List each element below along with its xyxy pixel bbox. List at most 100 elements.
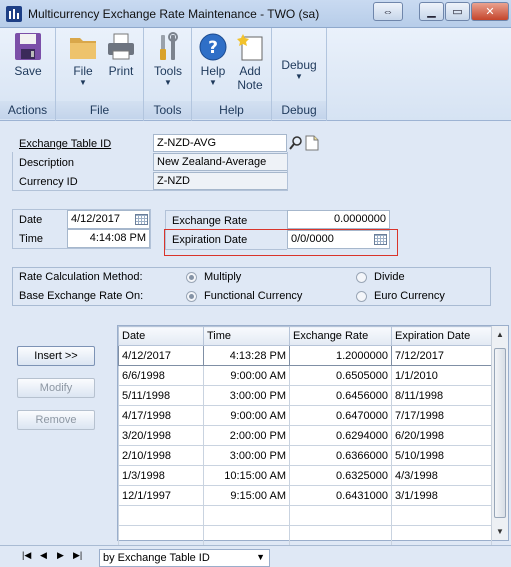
functional-currency-label: Functional Currency [204, 290, 303, 302]
last-record-icon[interactable]: ▶| [73, 550, 82, 561]
grid-header-row: Date Time Exchange Rate Expiration Date [118, 326, 492, 346]
highlight-box [164, 229, 398, 256]
cell-exchange-rate: 1.2000000 [289, 345, 392, 366]
save-button[interactable]: Save [7, 32, 49, 78]
scroll-up-icon[interactable]: ▲ [496, 330, 504, 339]
next-record-icon[interactable]: ▶ [57, 550, 64, 561]
cell-exchange-rate: 0.6294000 [289, 425, 392, 446]
cell-exchange-rate [289, 525, 392, 546]
insert-button[interactable]: Insert >> [17, 346, 95, 366]
table-row[interactable]: 6/6/1998 9:00:00 AM 0.6505000 1/1/2010 [118, 365, 492, 386]
cell-exchange-rate: 0.6456000 [289, 385, 392, 406]
cell-time: 4:13:28 PM [203, 345, 290, 366]
table-row[interactable]: 4/12/2017 4:13:28 PM 1.2000000 7/12/2017 [118, 345, 492, 366]
cell-time: 3:00:00 PM [203, 385, 290, 406]
exchange-rate-grid[interactable]: Date Time Exchange Rate Expiration Date … [117, 325, 509, 546]
cell-time: 2:00:00 PM [203, 425, 290, 446]
maximize-button[interactable]: ▭ [445, 2, 470, 21]
cell-expiration-date: 4/3/1998 [391, 465, 492, 486]
euro-currency-label: Euro Currency [374, 290, 445, 302]
cell-time [203, 505, 290, 526]
restore-arrows-button[interactable]: ⇔ [373, 2, 403, 21]
cell-date: 1/3/1998 [118, 465, 204, 486]
table-row[interactable]: 12/1/1997 9:15:00 AM 0.6431000 3/1/1998 [118, 485, 492, 506]
functional-currency-radio[interactable] [186, 291, 197, 302]
column-header-date[interactable]: Date [118, 326, 204, 346]
printer-icon [105, 32, 137, 62]
exchange-rate-input[interactable]: 0.0000000 [287, 210, 390, 229]
ribbon-group-label-help: Help [192, 101, 271, 119]
window-title: Multicurrency Exchange Rate Maintenance … [28, 7, 320, 21]
exchange-table-id-label[interactable]: Exchange Table ID [19, 138, 111, 150]
print-button[interactable]: Print [100, 32, 142, 78]
cell-date [118, 525, 204, 546]
close-button[interactable]: ✕ [471, 2, 509, 21]
add-note-button[interactable]: Add Note [229, 32, 271, 92]
debug-label: Debug [281, 58, 317, 72]
table-row[interactable]: 3/20/1998 2:00:00 PM 0.6294000 6/20/1998 [118, 425, 492, 446]
close-icon: ✕ [485, 6, 495, 18]
exchange-rate-frame [165, 210, 287, 230]
modify-button[interactable]: Modify [17, 378, 95, 398]
cell-exchange-rate: 0.6431000 [289, 485, 392, 506]
floppy-disk-icon [12, 32, 44, 62]
title-bar[interactable]: Multicurrency Exchange Rate Maintenance … [0, 0, 511, 28]
table-row[interactable]: 1/3/1998 10:15:00 AM 0.6325000 4/3/1998 [118, 465, 492, 486]
help-icon: ? [197, 32, 229, 62]
cell-expiration-date [391, 505, 492, 526]
table-row[interactable] [118, 505, 492, 526]
previous-record-icon[interactable]: ◀ [40, 550, 47, 561]
ribbon-group-file: File ▼ Print File [56, 28, 144, 121]
lookup-magnifier-icon[interactable] [288, 135, 304, 151]
exchange-table-id-input[interactable]: Z-NZD-AVG [153, 134, 287, 152]
ribbon-group-help: ? Help ▼ Add Note Help [192, 28, 272, 121]
maximize-icon: ▭ [452, 6, 463, 18]
scroll-thumb[interactable] [494, 348, 506, 518]
double-arrow-icon: ⇔ [382, 5, 394, 18]
ribbon-group-label-actions: Actions [0, 101, 55, 119]
table-row[interactable]: 2/10/1998 3:00:00 PM 0.6366000 5/10/1998 [118, 445, 492, 466]
vertical-scrollbar[interactable]: ▲ ▼ [491, 326, 508, 540]
column-header-exchange-rate[interactable]: Exchange Rate [289, 326, 392, 346]
save-label: Save [14, 64, 42, 78]
new-document-icon[interactable] [305, 135, 319, 151]
cell-expiration-date: 5/10/1998 [391, 445, 492, 466]
column-header-expiration-date[interactable]: Expiration Date [391, 326, 492, 346]
cell-time: 3:00:00 PM [203, 445, 290, 466]
cell-expiration-date: 1/1/2010 [391, 365, 492, 386]
cell-expiration-date: 8/11/1998 [391, 385, 492, 406]
chevron-down-icon: ▼ [209, 78, 217, 87]
folder-icon [67, 32, 99, 62]
table-row[interactable] [118, 525, 492, 546]
sort-by-select[interactable]: by Exchange Table ID ▼ [99, 549, 270, 567]
sort-by-value: by Exchange Table ID [103, 552, 210, 564]
chevron-down-icon: ▼ [79, 78, 87, 87]
ribbon-group-label-file: File [56, 101, 143, 119]
cell-date: 2/10/1998 [118, 445, 204, 466]
first-record-icon[interactable]: |◀ [22, 550, 31, 561]
cell-time: 10:15:00 AM [203, 465, 290, 486]
cell-expiration-date: 3/1/1998 [391, 485, 492, 506]
debug-menu-button[interactable]: Debug ▼ [278, 58, 320, 82]
cell-time: 9:00:00 AM [203, 365, 290, 386]
column-header-time[interactable]: Time [203, 326, 290, 346]
print-label: Print [108, 64, 134, 78]
table-row[interactable]: 4/17/1998 9:00:00 AM 0.6470000 7/17/1998 [118, 405, 492, 426]
table-row[interactable]: 5/11/1998 3:00:00 PM 0.6456000 8/11/1998 [118, 385, 492, 406]
divide-radio[interactable] [356, 272, 367, 283]
multiply-radio[interactable] [186, 272, 197, 283]
cell-date: 5/11/1998 [118, 385, 204, 406]
minimize-button[interactable]: ▁ [419, 2, 444, 21]
cell-time: 9:15:00 AM [203, 485, 290, 506]
tools-menu-button[interactable]: Tools ▼ [147, 32, 189, 88]
date-time-frame [12, 209, 151, 249]
minimize-icon: ▁ [427, 6, 436, 18]
euro-currency-radio[interactable] [356, 291, 367, 302]
cell-time [203, 525, 290, 546]
chevron-down-icon: ▼ [256, 552, 265, 562]
help-menu-button[interactable]: ? Help ▼ [192, 32, 234, 88]
file-menu-button[interactable]: File ▼ [62, 32, 104, 88]
remove-button[interactable]: Remove [17, 410, 95, 430]
cell-exchange-rate: 0.6505000 [289, 365, 392, 386]
scroll-down-icon[interactable]: ▼ [496, 527, 504, 536]
